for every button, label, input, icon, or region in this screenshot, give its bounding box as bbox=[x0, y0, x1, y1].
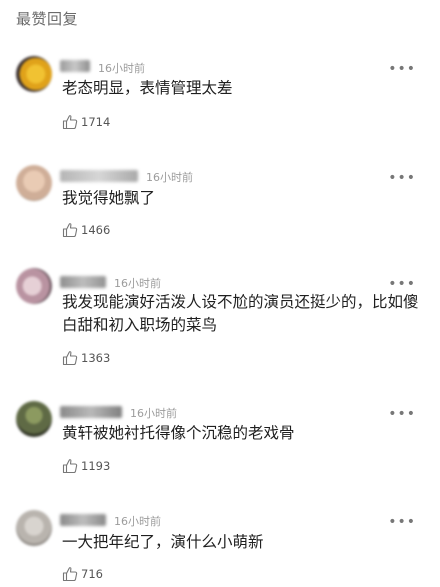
comment-time: 16小时前 bbox=[130, 407, 177, 420]
more-options-icon[interactable]: ••• bbox=[388, 277, 416, 291]
like-count: 716 bbox=[81, 567, 103, 581]
comment-text: 老态明显，表情管理太差 bbox=[62, 79, 233, 97]
comment-text: 黄轩被她衬托得像个沉稳的老戏骨 bbox=[62, 424, 295, 442]
username-blurred[interactable] bbox=[60, 60, 90, 72]
avatar[interactable] bbox=[16, 56, 52, 92]
like-button[interactable]: 716 bbox=[62, 564, 103, 584]
more-options-icon[interactable]: ••• bbox=[388, 407, 416, 421]
like-count: 1363 bbox=[81, 351, 111, 365]
more-options-icon[interactable]: ••• bbox=[388, 62, 416, 76]
like-count: 1466 bbox=[81, 223, 111, 237]
avatar[interactable] bbox=[16, 165, 52, 201]
username-blurred[interactable] bbox=[60, 406, 122, 418]
comment-text: 我发现能演好活泼人设不尬的演员还挺少的，比如傻白甜和初入职场的菜鸟 bbox=[62, 293, 419, 334]
thumb-up-icon bbox=[62, 459, 78, 474]
avatar[interactable] bbox=[16, 510, 52, 546]
comment-time: 16小时前 bbox=[114, 515, 161, 528]
more-options-icon[interactable]: ••• bbox=[388, 171, 416, 185]
username-blurred[interactable] bbox=[60, 276, 106, 288]
like-button[interactable]: 1363 bbox=[62, 348, 110, 368]
thumb-up-icon bbox=[62, 223, 78, 238]
like-button[interactable]: 1466 bbox=[62, 220, 110, 240]
thumb-up-icon bbox=[62, 567, 78, 582]
like-button[interactable]: 1193 bbox=[62, 456, 110, 476]
like-count: 1714 bbox=[81, 115, 111, 129]
username-blurred[interactable] bbox=[60, 514, 106, 526]
comments-page: 最赞回复 16小时前 ••• 老态明显，表情管理太差 1714 16小时前 ••… bbox=[0, 0, 440, 587]
comment-time: 16小时前 bbox=[114, 277, 161, 290]
section-title: 最赞回复 bbox=[16, 10, 79, 28]
thumb-up-icon bbox=[62, 115, 78, 130]
avatar[interactable] bbox=[16, 268, 52, 304]
like-count: 1193 bbox=[81, 459, 111, 473]
thumb-up-icon bbox=[62, 351, 78, 366]
username-blurred[interactable] bbox=[60, 170, 138, 182]
comment-text: 我觉得她飘了 bbox=[62, 189, 156, 207]
like-button[interactable]: 1714 bbox=[62, 112, 110, 132]
comment-time: 16小时前 bbox=[98, 62, 145, 75]
avatar[interactable] bbox=[16, 401, 52, 437]
comment-text: 一大把年纪了，演什么小萌新 bbox=[62, 533, 264, 551]
more-options-icon[interactable]: ••• bbox=[388, 515, 416, 529]
comment-time: 16小时前 bbox=[146, 171, 193, 184]
